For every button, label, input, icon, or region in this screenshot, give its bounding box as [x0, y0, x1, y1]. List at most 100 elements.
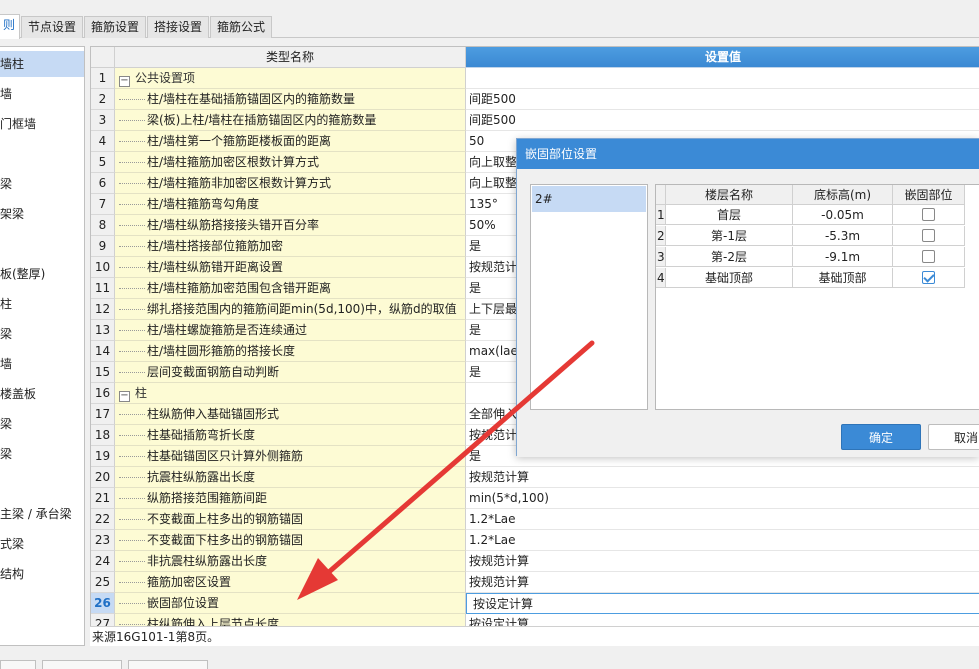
bottom-button[interactable] [42, 660, 122, 669]
list-item[interactable]: 门框墙 [0, 111, 84, 137]
tree-line [119, 320, 145, 331]
setting-name: 不变截面下柱多出的钢筋锚固 [115, 530, 466, 551]
list-item[interactable] [0, 471, 84, 497]
table-row[interactable]: 23 不变截面下柱多出的钢筋锚固 1.2*Lae [91, 530, 979, 551]
embed-checkbox[interactable] [922, 229, 935, 242]
setting-name-text: 柱纵筋伸入基础锚固形式 [147, 407, 280, 421]
table-row[interactable]: 25 箍筋加密区设置 按规范计算 [91, 572, 979, 593]
setting-name: 柱/墙柱箍筋加密区根数计算方式 [115, 152, 466, 173]
tab-rules[interactable]: 则 [0, 14, 20, 39]
table-row[interactable]: 2 柱/墙柱在基础插筋锚固区内的箍筋数量 间距500 [91, 89, 979, 110]
cancel-button[interactable]: 取消 [928, 424, 979, 450]
list-item[interactable]: 柱 [0, 291, 84, 317]
table-row[interactable]: 4 基础顶部 基础顶部 [656, 268, 979, 288]
setting-value[interactable]: 按规范计算 [466, 551, 979, 572]
tab-lap-settings[interactable]: 搭接设置 [147, 16, 210, 38]
list-item[interactable]: 墙柱 [0, 51, 84, 77]
setting-name: 柱/墙柱纵筋搭接接头错开百分率 [115, 215, 466, 236]
setting-name-text: 柱/墙柱箍筋非加密区根数计算方式 [147, 176, 332, 190]
row-number: 7 [91, 194, 115, 215]
list-item[interactable]: 式梁 [0, 531, 84, 557]
table-row[interactable]: 2 第-1层 -5.3m [656, 226, 979, 246]
table-row[interactable]: 1 首层 -0.05m [656, 205, 979, 225]
row-number: 6 [91, 173, 115, 194]
list-item[interactable]: 架梁 [0, 201, 84, 227]
setting-name: 不变截面上柱多出的钢筋锚固 [115, 509, 466, 530]
bottom-button[interactable] [128, 660, 208, 669]
tree-line [119, 614, 145, 625]
tree-line [119, 362, 145, 373]
row-number-header [91, 47, 115, 68]
setting-value[interactable]: 按设定计算 [466, 614, 979, 626]
list-item[interactable]: 墙 [0, 81, 84, 107]
setting-value[interactable]: 按规范计算 [466, 572, 979, 593]
table-row[interactable]: 24 非抗震柱纵筋露出长度 按规范计算 [91, 551, 979, 572]
tab-stirrup-formula[interactable]: 箍筋公式 [210, 16, 273, 38]
list-item[interactable]: 板(整厚) [0, 261, 84, 287]
list-item[interactable]: 2# [532, 186, 646, 212]
column-header-floor: 楼层名称 [666, 185, 793, 205]
table-row[interactable]: 27 柱纵筋伸入上层节点长度 按设定计算 [91, 614, 979, 626]
setting-name-text: 不变截面上柱多出的钢筋锚固 [147, 512, 304, 526]
column-header-elevation: 底标高(m) [793, 185, 893, 205]
group-row[interactable]: 1− 公共设置项 [91, 68, 979, 89]
list-item[interactable]: 梁 [0, 441, 84, 467]
list-item[interactable]: 梁 [0, 171, 84, 197]
collapse-icon[interactable]: − [119, 391, 130, 402]
setting-value[interactable]: 1.2*Lae [466, 530, 979, 551]
embed-checkbox[interactable] [922, 208, 935, 221]
table-row[interactable]: 20 抗震柱纵筋露出长度 按规范计算 [91, 467, 979, 488]
list-item[interactable] [0, 141, 84, 167]
table-row[interactable]: 26 嵌固部位设置 按设定计算 [91, 593, 979, 614]
setting-name-text: 柱/墙柱箍筋加密区根数计算方式 [147, 155, 320, 169]
list-item[interactable]: 梁 [0, 321, 84, 347]
setting-name: − 公共设置项 [115, 68, 466, 89]
setting-name: 层间变截面钢筋自动判断 [115, 362, 466, 383]
list-item[interactable] [0, 231, 84, 257]
setting-name: 柱/墙柱搭接部位箍筋加密 [115, 236, 466, 257]
setting-name: 绑扎搭接范围内的箍筋间距min(5d,100)中，纵筋d的取值 [115, 299, 466, 320]
setting-name-text: 柱纵筋伸入上层节点长度 [147, 617, 280, 626]
list-item[interactable]: 墙 [0, 351, 84, 377]
floor-name: 第-1层 [666, 226, 793, 246]
embed-cell [893, 247, 965, 267]
table-row[interactable]: 3 第-2层 -9.1m [656, 247, 979, 267]
tree-line [119, 341, 145, 352]
table-row[interactable]: 22 不变截面上柱多出的钢筋锚固 1.2*Lae [91, 509, 979, 530]
column-header-name[interactable]: 类型名称 [115, 47, 466, 68]
tree-line [119, 110, 145, 121]
ok-button[interactable]: 确定 [841, 424, 921, 450]
tab-node-settings[interactable]: 节点设置 [21, 16, 84, 38]
setting-name: 柱纵筋伸入基础锚固形式 [115, 404, 466, 425]
tab-label: 箍筋公式 [217, 20, 266, 34]
list-item[interactable]: 结构 [0, 561, 84, 587]
row-number: 20 [91, 467, 115, 488]
source-note: 来源16G101-1第8页。 [90, 626, 979, 646]
bottom-button[interactable] [0, 660, 36, 669]
embed-checkbox-checked[interactable] [922, 271, 935, 284]
list-item[interactable]: 楼盖板 [0, 381, 84, 407]
row-number: 10 [91, 257, 115, 278]
tree-line [119, 530, 145, 541]
embed-checkbox[interactable] [922, 250, 935, 263]
list-item[interactable]: 梁 [0, 411, 84, 437]
setting-value[interactable]: 间距500 [466, 89, 979, 110]
tree-line [119, 446, 145, 457]
list-item[interactable]: 主梁 / 承台梁 [0, 501, 84, 527]
setting-value[interactable]: 间距500 [466, 110, 979, 131]
tab-stirrup-settings[interactable]: 箍筋设置 [84, 16, 147, 38]
row-number: 26 [91, 593, 115, 614]
collapse-icon[interactable]: − [119, 76, 130, 87]
setting-value[interactable]: 按规范计算 [466, 467, 979, 488]
setting-value[interactable]: min(5*d,100) [466, 488, 979, 509]
setting-name-text: 层间变截面钢筋自动判断 [147, 365, 280, 379]
row-number: 22 [91, 509, 115, 530]
setting-value[interactable]: 按设定计算 [466, 593, 979, 614]
tree-line [119, 593, 145, 604]
setting-value[interactable]: 1.2*Lae [466, 509, 979, 530]
table-row[interactable]: 21 纵筋搭接范围箍筋间距 min(5*d,100) [91, 488, 979, 509]
table-row[interactable]: 3 梁(板)上柱/墙柱在插筋锚固区内的箍筋数量 间距500 [91, 110, 979, 131]
row-number: 4 [656, 268, 666, 288]
column-header-value[interactable]: 设置值 [466, 47, 979, 68]
setting-value[interactable] [466, 68, 979, 89]
